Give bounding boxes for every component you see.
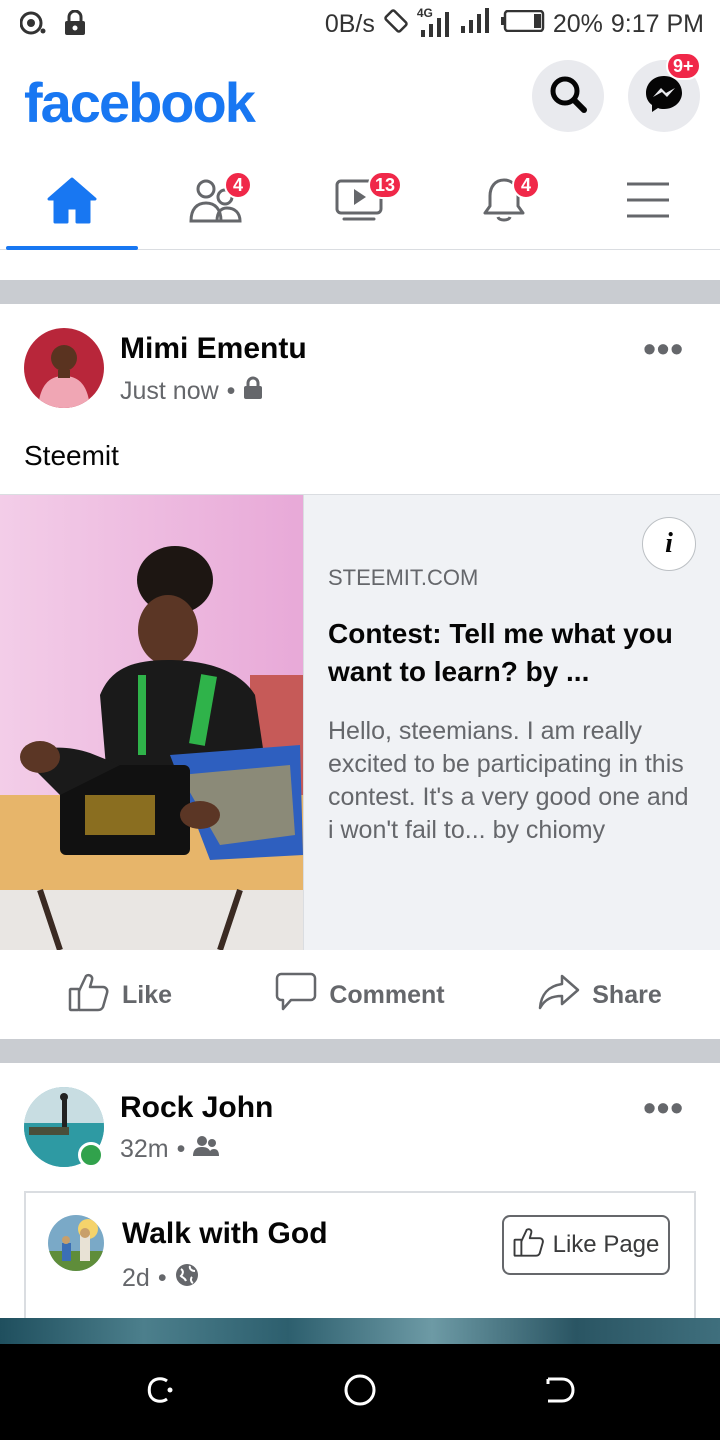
post-options-button[interactable]: ••• — [643, 1090, 684, 1126]
page-meta: 2d • — [122, 1263, 199, 1294]
watch-badge: 13 — [368, 171, 403, 199]
thumbs-up-icon — [68, 971, 110, 1020]
tab-friends[interactable]: 4 — [144, 155, 288, 250]
stories-strip — [0, 250, 720, 280]
like-label: Like — [121, 980, 173, 1009]
back-button[interactable] — [540, 1372, 580, 1412]
meta-separator: • — [157, 1264, 167, 1292]
shared-page-card[interactable]: Walk with God 2d • Like Page — [24, 1191, 696, 1321]
tab-watch[interactable]: 13 — [288, 155, 432, 250]
like-button[interactable]: Like — [0, 951, 240, 1039]
post-text: Steemit — [24, 440, 119, 471]
post-card: Rock John 32m • ••• Walk with God 2d • L… — [0, 1063, 720, 1321]
notification-dot-icon — [19, 11, 46, 40]
post-meta: Just now • — [120, 376, 263, 407]
comment-button[interactable]: Comment — [240, 951, 480, 1039]
post-card: Mimi Ementu Just now • ••• Steemit i STE… — [0, 304, 720, 1039]
messenger-icon — [644, 74, 684, 119]
app-header: facebook 9+ — [0, 50, 720, 155]
page-cover-image — [0, 1318, 720, 1344]
post-actions: Like Comment Share — [0, 951, 720, 1039]
post-meta: 32m • — [120, 1135, 220, 1164]
battery-icon — [500, 9, 545, 39]
battery-percent: 20% — [552, 10, 603, 38]
link-domain: STEEMIT.COM — [328, 565, 479, 590]
signal-4g-icon: 4G — [417, 6, 451, 38]
link-preview-body: i STEEMIT.COM Contest: Tell me what you … — [303, 495, 720, 950]
clock: 9:17 PM — [610, 10, 704, 38]
home-button[interactable] — [340, 1372, 380, 1412]
hamburger-menu-icon — [625, 180, 671, 225]
tab-bar: 4 13 4 — [0, 155, 720, 250]
author-name[interactable]: Mimi Ementu — [120, 332, 307, 366]
home-icon — [46, 176, 98, 229]
share-button[interactable]: Share — [480, 951, 720, 1039]
author-avatar[interactable] — [24, 328, 104, 408]
share-icon — [538, 973, 580, 1018]
page-post-time: 2d — [122, 1264, 150, 1292]
recents-icon — [145, 1375, 175, 1410]
link-title: Contest: Tell me what you want to learn?… — [328, 618, 673, 687]
thumbs-up-icon — [513, 1226, 545, 1265]
tab-notifications[interactable]: 4 — [432, 155, 576, 250]
search-icon — [548, 74, 588, 119]
like-page-button[interactable]: Like Page — [502, 1215, 670, 1275]
globe-icon — [175, 1263, 199, 1294]
rotate-icon — [383, 8, 409, 41]
home-circle-icon — [343, 1373, 377, 1412]
share-label: Share — [592, 980, 662, 1009]
info-button[interactable]: i — [642, 517, 696, 571]
lock-icon — [64, 9, 86, 41]
meta-separator: • — [176, 1135, 186, 1163]
online-status-dot — [78, 1142, 104, 1168]
info-icon: i — [665, 528, 673, 559]
network-speed: 0B/s — [324, 10, 375, 38]
post-options-button[interactable]: ••• — [643, 331, 684, 367]
like-page-label: Like Page — [552, 1231, 660, 1258]
link-description: Hello, steemians. I am really excited to… — [328, 717, 689, 844]
back-icon — [544, 1375, 576, 1410]
privacy-lock-icon — [243, 376, 263, 407]
post-time[interactable]: 32m — [120, 1135, 169, 1164]
friends-badge: 4 — [224, 171, 252, 199]
page-avatar[interactable] — [48, 1215, 104, 1271]
page-name[interactable]: Walk with God — [122, 1217, 328, 1251]
status-bar: 0B/s 4G 20% 9:17 PM — [0, 0, 720, 50]
feed-divider — [0, 280, 720, 304]
messenger-badge: 9+ — [666, 52, 701, 80]
system-nav-bar — [0, 1344, 720, 1440]
author-name[interactable]: Rock John — [120, 1091, 273, 1125]
comment-icon — [275, 972, 317, 1019]
link-preview-card[interactable]: i STEEMIT.COM Contest: Tell me what you … — [0, 494, 720, 950]
tab-menu[interactable] — [576, 155, 720, 250]
signal-icon — [459, 8, 493, 41]
link-preview-image — [0, 495, 303, 950]
friends-audience-icon — [193, 1135, 220, 1164]
feed-divider — [0, 1039, 720, 1063]
post-time[interactable]: Just now — [120, 377, 219, 406]
facebook-logo[interactable]: facebook — [24, 70, 256, 135]
comment-label: Comment — [329, 980, 445, 1009]
search-button[interactable] — [532, 60, 604, 132]
messenger-button[interactable]: 9+ — [628, 52, 701, 132]
notifications-badge: 4 — [512, 171, 540, 199]
recents-button[interactable] — [140, 1372, 180, 1412]
meta-separator: • — [226, 377, 236, 405]
tab-home[interactable] — [0, 155, 144, 250]
